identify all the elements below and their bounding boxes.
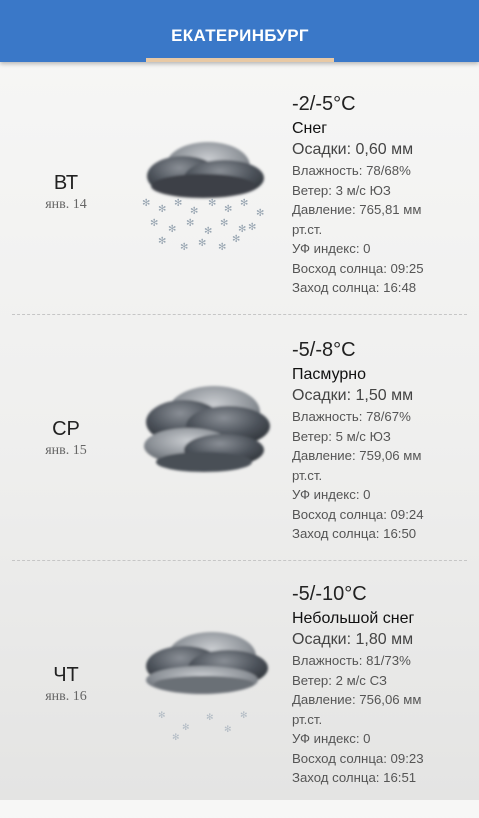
svg-text:✻: ✻ xyxy=(174,198,182,209)
svg-text:✻: ✻ xyxy=(150,218,158,229)
svg-text:✻: ✻ xyxy=(142,198,150,209)
sunset: Заход солнца: 16:48 xyxy=(292,280,417,295)
tab-label: ЕКАТЕРИНБУРГ xyxy=(171,26,309,45)
sunrise: Восход солнца: 09:25 xyxy=(292,260,424,276)
temperature: -2/-5°C xyxy=(292,93,356,115)
svg-text:✻: ✻ xyxy=(232,234,240,245)
day-of-week: ЧТ xyxy=(53,664,79,686)
humidity: Влажность: 78/68% xyxy=(292,163,411,178)
uv-index: УФ индекс: 0 xyxy=(292,487,371,502)
svg-text:✻: ✻ xyxy=(158,711,166,721)
day-date: янв. 15 xyxy=(45,443,87,458)
svg-text:✻: ✻ xyxy=(168,224,176,235)
sunrise: Восход солнца: 09:23 xyxy=(292,750,424,766)
precipitation: Осадки: 1,80 мм xyxy=(292,631,414,648)
uv-index: УФ индекс: 0 xyxy=(292,241,371,256)
day-date: янв. 16 xyxy=(45,689,87,704)
day-of-week: ВТ xyxy=(53,172,79,194)
svg-text:✻: ✻ xyxy=(224,204,232,215)
condition: Пасмурно xyxy=(292,366,367,383)
svg-text:✻: ✻ xyxy=(256,208,264,219)
overcast-cloud-icon xyxy=(144,386,270,472)
day-card-wednesday[interactable]: СР янв. 15 -5/-8°C Пасмурно Осадки: 1,50… xyxy=(0,326,479,572)
sunrise: Восход солнца: 09:24 xyxy=(292,506,424,522)
svg-text:✻: ✻ xyxy=(240,198,248,209)
forecast-details: -5/-8°C Пасмурно Осадки: 1,50 мм Влажнос… xyxy=(292,338,472,544)
pressure-unit: рт.ст. xyxy=(292,711,323,727)
pressure: Давление: 765,81 мм xyxy=(292,202,422,217)
pressure: Давление: 756,06 мм xyxy=(292,692,422,707)
pressure: Давление: 759,06 мм xyxy=(292,448,422,463)
wind: Ветер: 2 м/с СЗ xyxy=(292,672,387,688)
svg-text:✻: ✻ xyxy=(180,242,188,253)
svg-text:✻: ✻ xyxy=(158,204,166,215)
svg-text:✻: ✻ xyxy=(224,725,232,735)
tab-indicator xyxy=(146,58,334,62)
svg-text:✻: ✻ xyxy=(220,218,228,229)
precipitation: Осадки: 1,50 мм xyxy=(292,387,414,404)
pressure-unit: рт.ст. xyxy=(292,221,323,237)
svg-text:✻: ✻ xyxy=(240,711,248,721)
light-snow-cloud-icon: ✻✻✻ ✻✻✻ xyxy=(146,632,268,742)
svg-text:✻: ✻ xyxy=(206,713,214,723)
humidity: Влажность: 78/67% xyxy=(292,409,411,424)
app-header: ЕКАТЕРИНБУРГ xyxy=(0,0,479,62)
tab-ekaterinburg[interactable]: ЕКАТЕРИНБУРГ xyxy=(146,0,334,62)
condition: Снег xyxy=(292,120,328,137)
temperature: -5/-10°C xyxy=(292,583,367,605)
day-card-tuesday[interactable]: ВТ янв. 14 ✻ ✻ ✻ ✻ ✻ ✻ ✻ ✻ ✻ ✻ ✻ ✻ ✻ ✻ ✻ ✻ ✻ ✻ ✻ ✻ -2… xyxy=(0,80,479,326)
pressure-unit: рт.ст. xyxy=(292,467,323,483)
snow-cloud-icon: ✻✻✻ ✻✻✻ ✻✻ ✻✻✻ ✻✻✻ ✻✻ ✻ ✻✻✻ xyxy=(142,142,264,253)
svg-text:✻: ✻ xyxy=(182,723,190,733)
forecast-details: -5/-10°C Небольшой снег Осадки: 1,80 мм … xyxy=(292,582,472,788)
svg-text:✻: ✻ xyxy=(208,198,216,209)
svg-text:✻: ✻ xyxy=(190,206,198,217)
svg-text:✻: ✻ xyxy=(158,236,166,247)
svg-text:✻: ✻ xyxy=(186,218,194,229)
uv-index: УФ индекс: 0 xyxy=(292,731,371,746)
day-date: янв. 14 xyxy=(45,197,87,212)
wind: Ветер: 5 м/с ЮЗ xyxy=(292,428,391,444)
sunset: Заход солнца: 16:51 xyxy=(292,770,417,785)
condition: Небольшой снег xyxy=(292,610,415,627)
sunset: Заход солнца: 16:50 xyxy=(292,526,417,541)
svg-text:✻: ✻ xyxy=(204,226,212,237)
temperature: -5/-8°C xyxy=(292,339,356,361)
day-divider xyxy=(12,560,467,561)
svg-text:✻: ✻ xyxy=(218,242,226,253)
svg-text:✻: ✻ xyxy=(172,733,180,742)
wind: Ветер: 3 м/с ЮЗ xyxy=(292,182,391,198)
day-card-thursday[interactable]: ЧТ янв. 16 ✻ ✻ ✻ ✻ ✻ ✻ -5/-10°C Небольшой сн… xyxy=(0,572,479,818)
svg-text:✻: ✻ xyxy=(248,222,256,233)
humidity: Влажность: 81/73% xyxy=(292,653,411,668)
day-of-week: СР xyxy=(52,418,80,440)
day-divider xyxy=(12,314,467,315)
svg-text:✻: ✻ xyxy=(198,238,206,249)
forecast-details: -2/-5°C Снег Осадки: 0,60 мм Влажность: … xyxy=(292,92,472,298)
precipitation: Осадки: 0,60 мм xyxy=(292,141,414,158)
